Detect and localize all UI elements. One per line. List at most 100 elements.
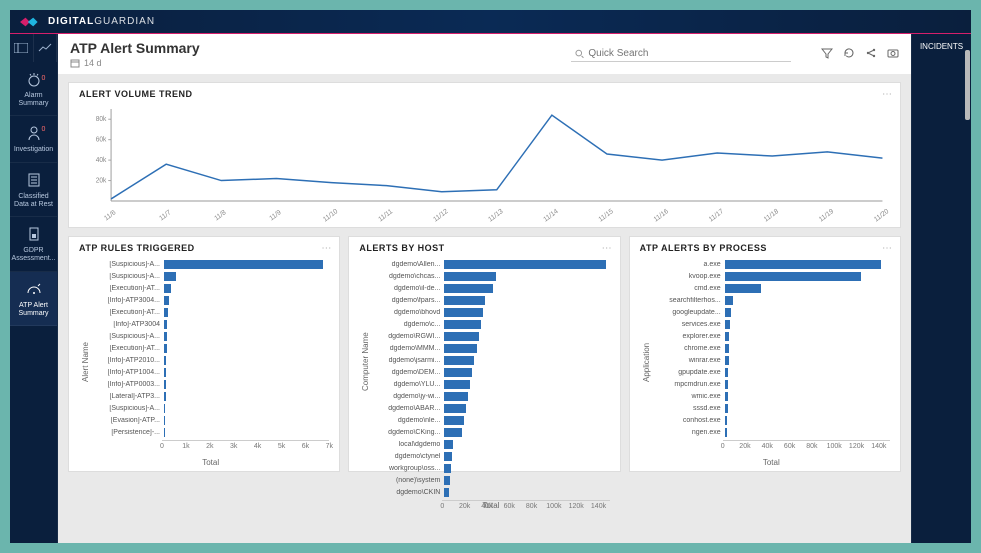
bar-track[interactable] <box>725 344 886 353</box>
bar-track[interactable] <box>725 332 886 341</box>
bar-track[interactable] <box>444 404 605 413</box>
bar-label: services.exe <box>655 321 721 328</box>
search-input[interactable] <box>588 48 787 59</box>
rightbar-incidents[interactable]: INCIDENTS <box>911 34 971 543</box>
sidebar-item-investigation[interactable]: 0Investigation <box>10 116 57 163</box>
bar-track[interactable] <box>444 440 605 449</box>
bar-row: dgdemo\CKIN <box>374 487 605 498</box>
bar-track[interactable] <box>164 320 325 329</box>
bar-track[interactable] <box>164 344 325 353</box>
bar-track[interactable] <box>164 284 325 293</box>
panel-hosts-more[interactable]: ⋯ <box>602 243 612 254</box>
bar-track[interactable] <box>725 296 886 305</box>
bar-track[interactable] <box>725 392 886 401</box>
bar-track[interactable] <box>444 380 605 389</box>
bar-track[interactable] <box>164 260 325 269</box>
bar-label: mpcmdrun.exe <box>655 381 721 388</box>
bar-row: searchfilterhos... <box>655 295 886 306</box>
bar-track[interactable] <box>444 260 605 269</box>
bar-label: kvoop.exe <box>655 273 721 280</box>
bar-track[interactable] <box>164 416 325 425</box>
filter-icon[interactable] <box>821 47 833 62</box>
sidebar-item-atp-alert-summary[interactable]: ATP Alert Summary <box>10 272 57 326</box>
bar-track[interactable] <box>164 392 325 401</box>
app-frame: DIGITALGUARDIAN 0Alarm Summary0Investiga… <box>10 10 971 543</box>
layout-icon <box>14 43 28 53</box>
bar-track[interactable] <box>725 416 886 425</box>
bar-track[interactable] <box>444 488 605 497</box>
main: ATP Alert Summary 14 d <box>58 34 911 543</box>
bar-row: conhost.exe <box>655 415 886 426</box>
bar-track[interactable] <box>725 380 886 389</box>
rail-top-2[interactable] <box>34 34 58 62</box>
bar-track[interactable] <box>164 332 325 341</box>
bar-track[interactable] <box>444 344 605 353</box>
bar-track[interactable] <box>725 284 886 293</box>
bar-row: [Suspicious]-A... <box>94 259 325 270</box>
camera-icon[interactable] <box>887 47 899 62</box>
bar-track[interactable] <box>444 476 605 485</box>
bar-row: services.exe <box>655 319 886 330</box>
bar-track[interactable] <box>725 272 886 281</box>
bar-track[interactable] <box>725 404 886 413</box>
quick-search[interactable] <box>571 46 791 62</box>
bar-track[interactable] <box>164 428 325 437</box>
bar-track[interactable] <box>444 464 605 473</box>
sidebar-item-gdpr[interactable]: GDPR Assessment... <box>10 217 57 271</box>
bar-track[interactable] <box>164 272 325 281</box>
bar-track[interactable] <box>444 416 605 425</box>
bar-row: [Info]-ATP3004... <box>94 295 325 306</box>
bar-track[interactable] <box>164 296 325 305</box>
bar-track[interactable] <box>444 332 605 341</box>
bar-row: [Suspicious]-A... <box>94 331 325 342</box>
bar-track[interactable] <box>725 320 886 329</box>
bar-row: kvoop.exe <box>655 271 886 282</box>
panel-trend: ALERT VOLUME TREND ⋯ 20k40k60k80k11/611/… <box>68 82 901 228</box>
bar-track[interactable] <box>444 296 605 305</box>
refresh-icon[interactable] <box>843 47 855 62</box>
bar-track[interactable] <box>164 404 325 413</box>
bar-row: dgdemo\YLU... <box>374 379 605 390</box>
bar-label: [Info]-ATP0003... <box>94 381 160 388</box>
panel-trend-more[interactable]: ⋯ <box>882 89 892 100</box>
brand-mark-icon <box>20 17 42 27</box>
sidebar-item-classified-data[interactable]: Classified Data at Rest <box>10 163 57 217</box>
bar-track[interactable] <box>725 428 886 437</box>
bar-track[interactable] <box>725 308 886 317</box>
bar-track[interactable] <box>164 380 325 389</box>
bar-track[interactable] <box>444 308 605 317</box>
bar-track[interactable] <box>725 260 886 269</box>
chart-icon <box>38 43 52 53</box>
bar-row: a.exe <box>655 259 886 270</box>
bar-track[interactable] <box>164 368 325 377</box>
bar-track[interactable] <box>444 392 605 401</box>
bar-track[interactable] <box>444 452 605 461</box>
bar-track[interactable] <box>725 356 886 365</box>
bar-track[interactable] <box>444 284 605 293</box>
bar-track[interactable] <box>444 356 605 365</box>
bar-label: [Suspicious]-A... <box>94 333 160 340</box>
bar-track[interactable] <box>444 320 605 329</box>
bar-row: local\dgdemo <box>374 439 605 450</box>
date-range[interactable]: 14 d <box>70 58 200 68</box>
bar-row: [Evasion]-ATP... <box>94 415 325 426</box>
bar-label: gpupdate.exe <box>655 369 721 376</box>
bar-track[interactable] <box>725 368 886 377</box>
bar-label: [Execution]-AT... <box>94 285 160 292</box>
svg-text:11/7: 11/7 <box>158 209 172 223</box>
scrollbar-thumb[interactable] <box>965 50 970 120</box>
bar-track[interactable] <box>444 428 605 437</box>
sidebar-item-alarm-summary[interactable]: 0Alarm Summary <box>10 62 57 116</box>
bar-track[interactable] <box>164 308 325 317</box>
calendar-icon <box>70 58 80 68</box>
rail-top-1[interactable] <box>10 34 34 62</box>
bar-row: gpupdate.exe <box>655 367 886 378</box>
bar-track[interactable] <box>164 356 325 365</box>
bar-track[interactable] <box>444 368 605 377</box>
bar-label: dgdemo\CKIN <box>374 489 440 496</box>
panel-process-more[interactable]: ⋯ <box>882 243 892 254</box>
share-icon[interactable] <box>865 47 877 62</box>
bar-track[interactable] <box>444 272 605 281</box>
bar-label: dgdemo\jsarmi... <box>374 357 440 364</box>
panel-rules-more[interactable]: ⋯ <box>321 243 331 254</box>
